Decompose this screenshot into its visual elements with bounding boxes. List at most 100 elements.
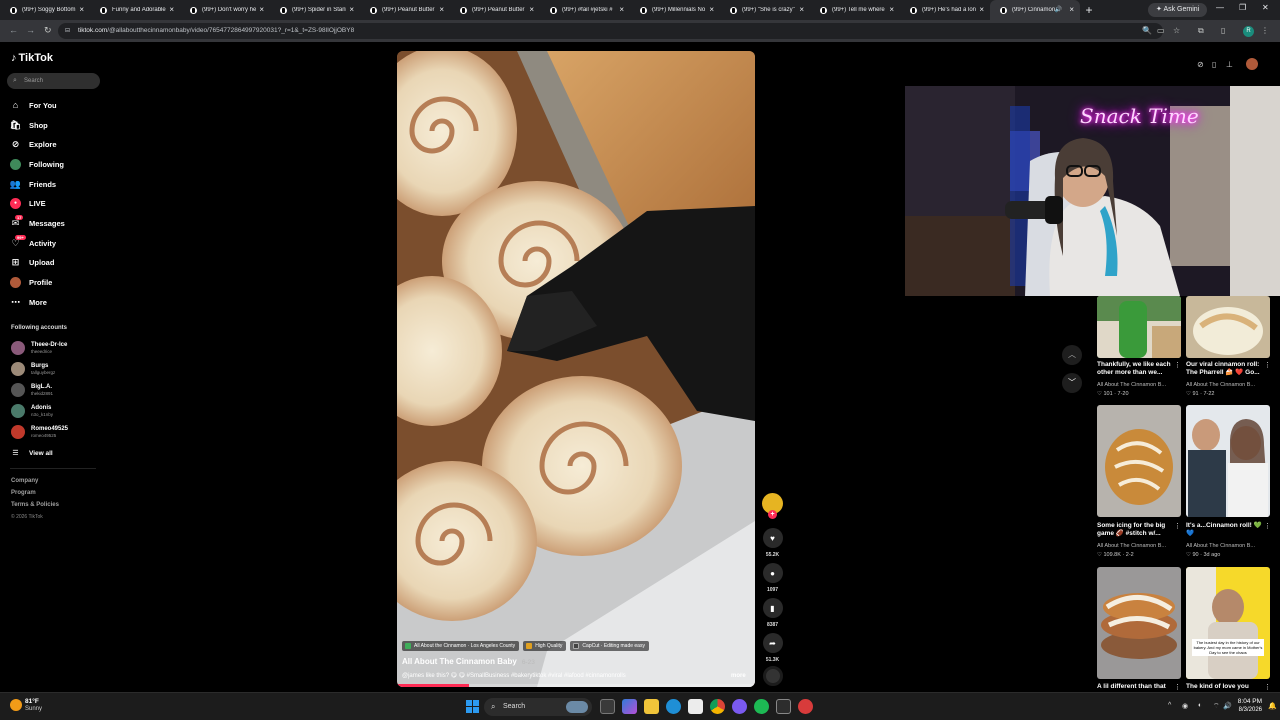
close-tab-icon[interactable]: × xyxy=(979,5,984,14)
close-tab-icon[interactable]: × xyxy=(349,5,354,14)
close-tab-icon[interactable]: × xyxy=(619,5,624,14)
footer-company-link[interactable]: Company xyxy=(11,478,38,484)
close-tab-icon[interactable]: × xyxy=(889,5,894,14)
related-author[interactable]: All About The Cinnamon B... xyxy=(1186,382,1270,388)
minimize-icon[interactable]: — xyxy=(1216,3,1224,12)
related-author[interactable]: All About The Cinnamon B... xyxy=(1097,543,1181,549)
more-options-icon[interactable]: ⋮ xyxy=(1264,361,1271,369)
browser-tab[interactable]: (99+) Tell me where × xyxy=(810,0,900,20)
location-anchor-chip[interactable]: All About the Cinnamon · Los Angeles Cou… xyxy=(402,641,520,651)
maximize-icon[interactable]: ❐ xyxy=(1239,3,1246,12)
address-bar[interactable]: ⊟ tiktok.com/@allaboutthecinnamonbaby/vi… xyxy=(58,23,1163,39)
more-options-icon[interactable]: ⋮ xyxy=(1264,683,1271,691)
notification-icon[interactable]: 🔔 xyxy=(1268,702,1277,710)
video-progress-bar[interactable] xyxy=(397,684,755,687)
quality-anchor-chip[interactable]: High Quality xyxy=(523,641,567,651)
nav-friends[interactable]: 👥 Friends xyxy=(10,177,56,191)
nav-live[interactable]: ● LIVE xyxy=(10,196,46,210)
cast-icon[interactable]: ▭ xyxy=(1157,26,1165,35)
nav-profile[interactable]: Profile xyxy=(10,275,52,289)
ask-gemini-button[interactable]: ✦ Ask Gemini xyxy=(1148,3,1208,17)
extensions-icon[interactable]: ⧉ xyxy=(1198,26,1204,36)
following-account[interactable]: Romeo49525 romeo49525 xyxy=(11,423,68,441)
close-tab-icon[interactable]: × xyxy=(439,5,444,14)
discord-icon[interactable] xyxy=(732,699,747,714)
following-account[interactable]: Theee-Dr-Ice theeedrice xyxy=(11,339,67,357)
chevron-up-icon[interactable]: ^ xyxy=(1168,702,1171,709)
comment-icon[interactable]: ● xyxy=(762,563,783,583)
next-video-button[interactable]: ﹀ xyxy=(1062,373,1082,393)
back-icon[interactable]: ← xyxy=(9,25,18,35)
more-options-icon[interactable]: ⋮ xyxy=(1174,522,1181,530)
tiktok-logo[interactable]: ♪ TikTok xyxy=(11,52,53,64)
related-title[interactable]: Thankfully, we like each other more than… xyxy=(1097,361,1181,377)
browser-tab[interactable]: (99+) He's had a lon × xyxy=(900,0,990,20)
user-avatar[interactable] xyxy=(1246,58,1258,70)
nav-shop[interactable]: 🛍 Shop xyxy=(10,118,48,132)
search-input[interactable]: ⌕ Search xyxy=(7,73,100,89)
related-thumbnail[interactable] xyxy=(1186,405,1270,517)
browser-tab-active[interactable]: (99+) Cinnamon 🔊 × xyxy=(990,0,1080,20)
following-account[interactable]: Burgs tallguybergz xyxy=(11,360,55,378)
volume-icon[interactable]: 🔊 xyxy=(1223,702,1232,710)
browser-tab[interactable]: (99+) Millennials No × xyxy=(630,0,720,20)
weather-condition[interactable]: Sunny xyxy=(25,706,42,712)
related-title[interactable]: It's a...Cinnamon roll! 💚 💙 xyxy=(1186,522,1270,538)
browser-tab[interactable]: (99+) Peanut Butter × xyxy=(450,0,540,20)
close-tab-icon[interactable]: × xyxy=(169,5,174,14)
video-author[interactable]: All About The Cinnamon Baby 6-23 xyxy=(402,657,535,666)
clock-date[interactable]: 8/3/2026 xyxy=(1232,707,1262,713)
inbox-icon[interactable]: ⊥ xyxy=(1226,60,1233,69)
related-thumbnail[interactable] xyxy=(1097,405,1181,517)
chrome-icon[interactable] xyxy=(710,699,725,714)
related-title[interactable]: A lil different than that xyxy=(1097,683,1181,691)
bookmark-star-icon[interactable]: ☆ xyxy=(1173,26,1180,35)
share-action[interactable]: ➦ 51.3K xyxy=(762,633,783,663)
related-thumbnail[interactable] xyxy=(1097,296,1181,358)
nav-for-you[interactable]: ⌂ For You xyxy=(10,98,57,112)
forward-icon[interactable]: → xyxy=(26,25,35,35)
nav-explore[interactable]: ⊘ Explore xyxy=(10,137,57,151)
related-thumbnail[interactable] xyxy=(1186,296,1270,358)
nav-more[interactable]: ⋯ More xyxy=(10,295,47,309)
taskbar-search[interactable]: ⌕ Search xyxy=(484,698,592,716)
get-app-icon[interactable]: ⊘ xyxy=(1197,60,1204,69)
weather-temperature[interactable]: 81°F xyxy=(25,698,39,705)
copilot-icon[interactable] xyxy=(622,699,637,714)
wifi-icon[interactable]: ⌔ xyxy=(1213,702,1220,711)
browser-tab[interactable]: Funny and Adorable × xyxy=(90,0,180,20)
clock-time[interactable]: 8:04 PM xyxy=(1232,698,1262,705)
close-tab-icon[interactable]: × xyxy=(529,5,534,14)
related-author[interactable]: All About The Cinnamon B... xyxy=(1186,543,1270,549)
browser-tab[interactable]: (99+) Don't worry he × xyxy=(180,0,270,20)
browser-tab[interactable]: (99+) Spider in Stanki × xyxy=(270,0,360,20)
music-disc-icon[interactable] xyxy=(763,666,783,686)
video-player[interactable]: All About the Cinnamon · Los Angeles Cou… xyxy=(397,51,755,687)
follow-plus-icon[interactable]: + xyxy=(768,510,777,519)
reload-icon[interactable]: ↻ xyxy=(44,25,52,36)
browser-tab[interactable]: (99+) "She is crazy" × xyxy=(720,0,810,20)
share-icon[interactable]: ➦ xyxy=(762,633,783,653)
spotify-icon[interactable] xyxy=(754,699,769,714)
footer-terms-link[interactable]: Terms & Policies xyxy=(11,502,59,508)
related-title[interactable]: Our viral cinnamon roll: The Pharrell 🍰 … xyxy=(1186,361,1270,377)
store-icon[interactable] xyxy=(688,699,703,714)
edge-icon[interactable] xyxy=(666,699,681,714)
related-thumbnail[interactable] xyxy=(1097,567,1181,679)
related-thumbnail[interactable]: The busiest day in the history of our ba… xyxy=(1186,567,1270,679)
xbox-icon[interactable] xyxy=(776,699,791,714)
bookmark-icon[interactable]: ▮ xyxy=(762,598,783,618)
browser-tab[interactable]: (99+) #fail #jetski # × xyxy=(540,0,630,20)
related-title[interactable]: The kind of love you xyxy=(1186,683,1270,691)
save-action[interactable]: ▮ 8387 xyxy=(762,598,783,628)
side-panel-icon[interactable]: ▯ xyxy=(1221,26,1225,35)
close-tab-icon[interactable]: × xyxy=(799,5,804,14)
new-tab-icon[interactable]: + xyxy=(1080,3,1098,17)
browser-profile-avatar[interactable]: R xyxy=(1243,26,1254,37)
like-action[interactable]: ♥ 55.2K xyxy=(762,528,783,558)
nav-messages[interactable]: ✉ 17 Messages xyxy=(10,214,65,230)
device-icon[interactable]: ▯ xyxy=(1212,60,1216,69)
close-tab-icon[interactable]: × xyxy=(1069,5,1074,14)
close-tab-icon[interactable]: × xyxy=(709,5,714,14)
more-options-icon[interactable]: ⋮ xyxy=(1174,361,1181,369)
